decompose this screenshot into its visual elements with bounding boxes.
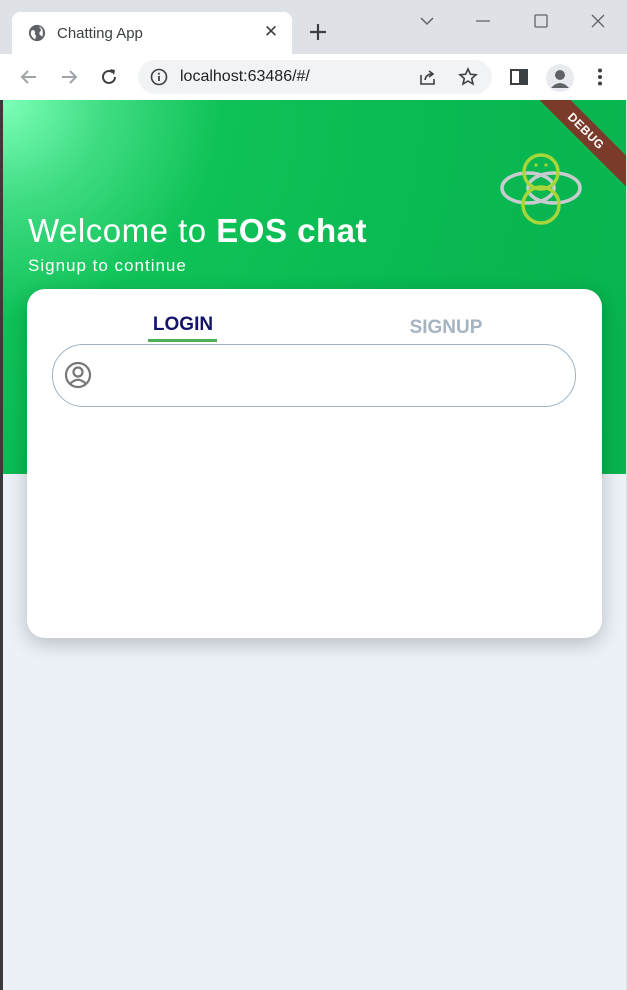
menu-kebab-icon[interactable]	[589, 66, 611, 88]
close-window-icon[interactable]	[587, 10, 609, 32]
welcome-brand: EOS chat	[216, 212, 368, 249]
side-panel-icon[interactable]	[508, 66, 530, 88]
tab-login-indicator	[148, 339, 217, 342]
share-icon[interactable]	[418, 67, 438, 87]
tab-strip: Chatting App ✕	[0, 0, 627, 54]
welcome-heading: Welcome to EOS chat	[28, 212, 367, 250]
auth-card: LOGIN SIGNUP	[27, 289, 602, 638]
tab-search-icon[interactable]	[416, 10, 438, 32]
browser-window: Chatting App ✕ localhost:63486/#/ DEBUG …	[0, 0, 627, 990]
app-logo-icon	[500, 153, 582, 225]
globe-icon	[28, 24, 46, 42]
tab-login[interactable]: LOGIN	[148, 314, 218, 336]
back-icon[interactable]	[18, 66, 40, 88]
tab-title: Chatting App	[57, 25, 143, 42]
profile-avatar[interactable]	[546, 64, 574, 92]
close-tab-icon[interactable]: ✕	[260, 21, 282, 43]
site-info-icon[interactable]	[150, 68, 168, 86]
browser-toolbar: localhost:63486/#/	[0, 54, 627, 100]
forward-icon[interactable]	[58, 66, 80, 88]
new-tab-icon[interactable]	[306, 20, 330, 44]
username-input[interactable]	[105, 355, 549, 397]
minimize-icon[interactable]	[472, 10, 494, 32]
address-bar[interactable]: localhost:63486/#/	[138, 60, 492, 94]
url-text[interactable]: localhost:63486/#/	[180, 68, 310, 86]
welcome-subtitle: Signup to continue	[28, 256, 187, 275]
browser-tab[interactable]: Chatting App ✕	[12, 12, 292, 54]
reload-icon[interactable]	[98, 66, 120, 88]
account-circle-icon	[64, 361, 92, 389]
tab-signup[interactable]: SIGNUP	[401, 317, 491, 339]
app-page: DEBUG Welcome to EOS chat Signup to cont…	[3, 100, 626, 990]
person-icon	[551, 70, 569, 88]
maximize-icon[interactable]	[530, 10, 552, 32]
username-field[interactable]	[52, 344, 576, 407]
bookmark-star-icon[interactable]	[458, 67, 478, 87]
welcome-prefix: Welcome to	[28, 212, 217, 249]
